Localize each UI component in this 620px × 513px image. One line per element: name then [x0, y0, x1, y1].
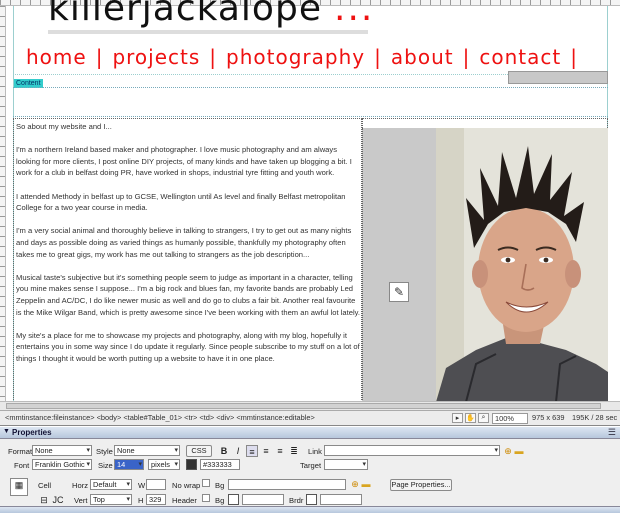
bg-color-input[interactable] [242, 494, 284, 505]
cell-label: Cell [38, 481, 52, 490]
align-left-icon[interactable]: ≡ [246, 445, 258, 457]
page-properties-button[interactable]: Page Properties... [390, 479, 452, 491]
bg-image-label: Bg [215, 481, 225, 490]
split-icon[interactable]: JC [52, 494, 64, 506]
text-color-input[interactable]: #333333 [200, 459, 240, 470]
zoom-select[interactable]: 100% [492, 413, 528, 424]
nav-separator: | [570, 45, 578, 69]
horz-select[interactable]: Default [90, 479, 132, 490]
vert-select[interactable]: Top [90, 494, 132, 505]
link-input[interactable] [324, 445, 500, 456]
widget-icon[interactable]: ✎ [389, 282, 409, 302]
about-paragraph[interactable]: I'm a very social animal and thoroughly … [16, 225, 361, 260]
target-label: Target [300, 461, 322, 470]
size-label: Size [98, 461, 113, 470]
nowrap-checkbox[interactable] [202, 479, 210, 487]
width-input[interactable] [146, 479, 166, 490]
header-label: Header [172, 496, 197, 505]
hand-icon[interactable]: ✋ [465, 413, 476, 423]
about-paragraph[interactable]: I'm a northern Ireland based maker and p… [16, 144, 361, 179]
scrollbar-thumb[interactable] [6, 403, 601, 409]
folder-icon[interactable]: ▬ [513, 445, 525, 457]
properties-title: Properties [12, 428, 52, 437]
format-select[interactable]: None [32, 445, 92, 456]
portrait-photo[interactable] [436, 128, 608, 402]
about-text-cell[interactable]: So about my website and I... I'm a north… [13, 118, 362, 402]
nowrap-label: No wrap [172, 481, 201, 490]
about-paragraph[interactable]: I attended Methody in belfast up to GCSE… [16, 191, 361, 214]
justify-icon[interactable]: ≣ [288, 445, 300, 457]
link-label: Link [308, 447, 322, 456]
nav-photography[interactable]: photography [226, 45, 365, 69]
height-input[interactable]: 329 [146, 494, 166, 505]
nav-home[interactable]: home [26, 45, 87, 69]
portrait-image [436, 128, 608, 402]
tag-selector[interactable]: <mmtinstance:fileinstance> <body> <table… [5, 413, 315, 422]
size-select[interactable]: 14 [114, 459, 144, 470]
site-logo-dots: ... [334, 0, 375, 29]
css-button[interactable]: CSS [186, 445, 212, 457]
left-ruler[interactable] [0, 6, 6, 404]
status-bar: <mmtinstance:fileinstance> <body> <table… [0, 410, 620, 426]
about-paragraph[interactable]: Musical taste's subjective but it's some… [16, 272, 361, 318]
format-label: Format [8, 447, 33, 456]
collapse-arrow-icon[interactable]: ▼ [3, 428, 10, 435]
horz-label: Horz [72, 481, 89, 490]
image-cell-top [362, 118, 608, 128]
design-view[interactable]: killerjackalope ... home | projects | ph… [0, 0, 620, 404]
nav-separator: | [209, 45, 218, 69]
bold-button[interactable]: B [218, 445, 230, 457]
header-checkbox[interactable] [202, 494, 210, 502]
window-size[interactable]: 975 x 639 [530, 413, 566, 424]
font-select[interactable]: Franklin Gothic [32, 459, 92, 470]
about-paragraph[interactable]: My site's a place for me to showcase my … [16, 330, 361, 365]
bg-color-label: Bg [215, 496, 225, 505]
bg-image-input[interactable] [228, 479, 346, 490]
panel-options-icon[interactable]: ☰ [608, 427, 616, 438]
properties-panel: Format None Style None CSS B I ≡ ≡ ≡ ≣ L… [0, 439, 620, 513]
download-stats: 195K / 28 sec [572, 413, 618, 422]
select-icon[interactable]: ▸ [452, 413, 463, 423]
nav-separator: | [462, 45, 471, 69]
border-color-input[interactable] [320, 494, 362, 505]
zoom-icon[interactable]: ⌕ [478, 413, 489, 423]
nav-separator: | [95, 45, 104, 69]
nav-about[interactable]: about [391, 45, 454, 69]
nav-contact[interactable]: contact [479, 45, 561, 69]
editable-region[interactable] [13, 87, 608, 117]
properties-panel-header[interactable]: ▼ Properties ☰ [0, 427, 620, 439]
style-select[interactable]: None [114, 445, 180, 456]
spacer-cell[interactable] [362, 128, 436, 402]
align-right-icon[interactable]: ≡ [274, 445, 286, 457]
horizontal-scrollbar[interactable] [0, 401, 620, 410]
target-select[interactable] [324, 459, 368, 470]
nav-projects[interactable]: projects [112, 45, 200, 69]
site-logo: killerjackalope [48, 0, 322, 29]
text-color-swatch[interactable] [186, 459, 197, 470]
unit-select[interactable]: pixels [148, 459, 180, 470]
border-label: Brdr [289, 496, 304, 505]
nav-scroll-region[interactable] [508, 71, 608, 84]
logo-underline [48, 30, 368, 34]
folder-icon[interactable]: ▬ [360, 478, 372, 490]
about-paragraph[interactable]: So about my website and I... [16, 121, 361, 133]
italic-button[interactable]: I [232, 445, 244, 457]
border-color-swatch[interactable] [306, 494, 317, 505]
style-label: Style [96, 447, 113, 456]
bg-color-swatch[interactable] [228, 494, 239, 505]
nav-separator: | [374, 45, 382, 69]
results-panel-header[interactable] [0, 506, 620, 513]
vert-label: Vert [74, 496, 88, 505]
font-label: Font [14, 461, 30, 470]
site-nav: home | projects | photography | about | … [26, 42, 587, 72]
merge-icon[interactable]: ⊟ [38, 494, 50, 506]
align-center-icon[interactable]: ≡ [260, 445, 272, 457]
status-tools: ▸ ✋ ⌕ [452, 413, 489, 423]
table-cell-icon: ▦ [10, 478, 28, 496]
width-label: W [138, 481, 146, 490]
height-label: H [138, 496, 144, 505]
